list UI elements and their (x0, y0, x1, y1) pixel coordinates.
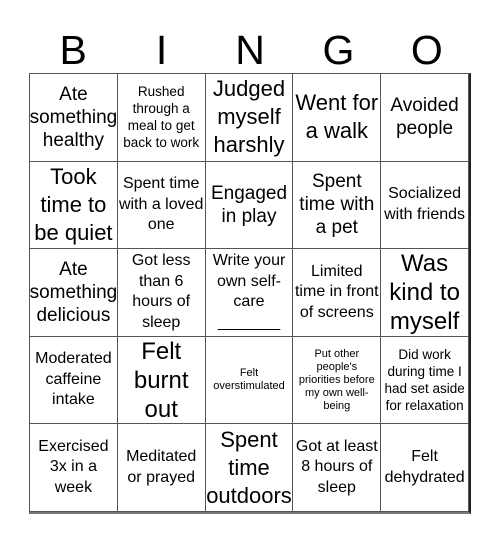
cell-text: Spent time with a pet (299, 171, 375, 239)
bingo-cell[interactable]: Spent time with a pet (293, 161, 382, 250)
cell-text: Was kind to myself (389, 250, 460, 335)
bingo-grid: Ate something healthy Rushed through a m… (29, 73, 471, 514)
header-letter-i: I (155, 27, 168, 73)
cell-text: Did work during time I had set aside for… (384, 347, 465, 414)
bingo-cell[interactable]: Engaged in play (205, 161, 294, 250)
bingo-cell[interactable]: Put other people's priorities before my … (293, 336, 382, 425)
bingo-cell[interactable]: Felt burnt out (117, 336, 206, 425)
bingo-cell[interactable]: Went for a walk (293, 74, 382, 162)
cell-text: Got less than 6 hours of sleep (131, 252, 191, 331)
bingo-cell[interactable]: Spent time outdoors (205, 424, 294, 512)
bingo-cell[interactable]: Moderated caffeine intake (30, 336, 118, 425)
cell-text: Rushed through a meal to get back to wor… (123, 84, 200, 151)
bingo-cell[interactable]: Exercised 3x in a week (30, 424, 118, 512)
bingo-cell[interactable]: Felt overstimulated (205, 336, 294, 425)
cell-text: Meditated or prayed (126, 448, 197, 486)
cell-text: Exercised 3x in a week (38, 437, 109, 496)
bingo-cell[interactable]: Got at least 8 hours of sleep (293, 424, 382, 512)
bingo-cell[interactable]: Spent time with a loved one (117, 161, 206, 250)
cell-text: Went for a walk (295, 90, 379, 144)
cell-text: Got at least 8 hours of sleep (295, 437, 378, 496)
header-letter-g: G (322, 27, 355, 73)
cell-text: Ate something healthy (30, 83, 118, 151)
cell-text: Felt dehydrated (384, 448, 465, 486)
cell-text: Felt burnt out (133, 337, 189, 423)
cell-text: Moderated caffeine intake (35, 350, 112, 409)
bingo-cell[interactable]: Judged myself harshly (205, 74, 294, 162)
bingo-cell[interactable]: Felt dehydrated (381, 424, 469, 512)
cell-text: Spent time with a loved one (118, 175, 204, 234)
bingo-cell[interactable]: Rushed through a meal to get back to wor… (117, 74, 206, 162)
cell-text: Took time to be quiet (34, 163, 113, 245)
cell-text: Socialized with friends (384, 185, 466, 223)
cell-text: Spent time outdoors (206, 426, 292, 508)
header-letter-b: B (59, 27, 87, 73)
header-letter-o: O (410, 27, 443, 73)
cell-text: Write your own self-care _______ (212, 252, 286, 331)
bingo-cell-free-write[interactable]: Write your own self-care _______ (205, 249, 294, 337)
cell-text: Judged myself harshly (212, 76, 286, 158)
cell-text: Limited time in front of screens (294, 262, 379, 321)
bingo-cell[interactable]: Was kind to myself (381, 249, 469, 337)
bingo-cell[interactable]: Ate something delicious (30, 249, 118, 337)
header-letter-n: N (235, 27, 265, 73)
bingo-cell[interactable]: Got less than 6 hours of sleep (117, 249, 206, 337)
bingo-cell[interactable]: Did work during time I had set aside for… (381, 336, 469, 425)
bingo-cell[interactable]: Took time to be quiet (30, 161, 118, 250)
cell-text: Felt overstimulated (213, 367, 285, 393)
cell-text: Ate something delicious (30, 258, 118, 326)
bingo-header: B I N G O (29, 28, 471, 73)
cell-text: Avoided people (390, 95, 459, 140)
bingo-cell[interactable]: Limited time in front of screens (293, 249, 382, 337)
bingo-cell[interactable]: Avoided people (381, 74, 469, 162)
bingo-cell[interactable]: Socialized with friends (381, 161, 469, 250)
cell-text: Put other people's priorities before my … (298, 347, 375, 412)
bingo-cell[interactable]: Ate something healthy (30, 74, 118, 162)
bingo-cell[interactable]: Meditated or prayed (117, 424, 206, 512)
cell-text: Engaged in play (210, 182, 288, 227)
